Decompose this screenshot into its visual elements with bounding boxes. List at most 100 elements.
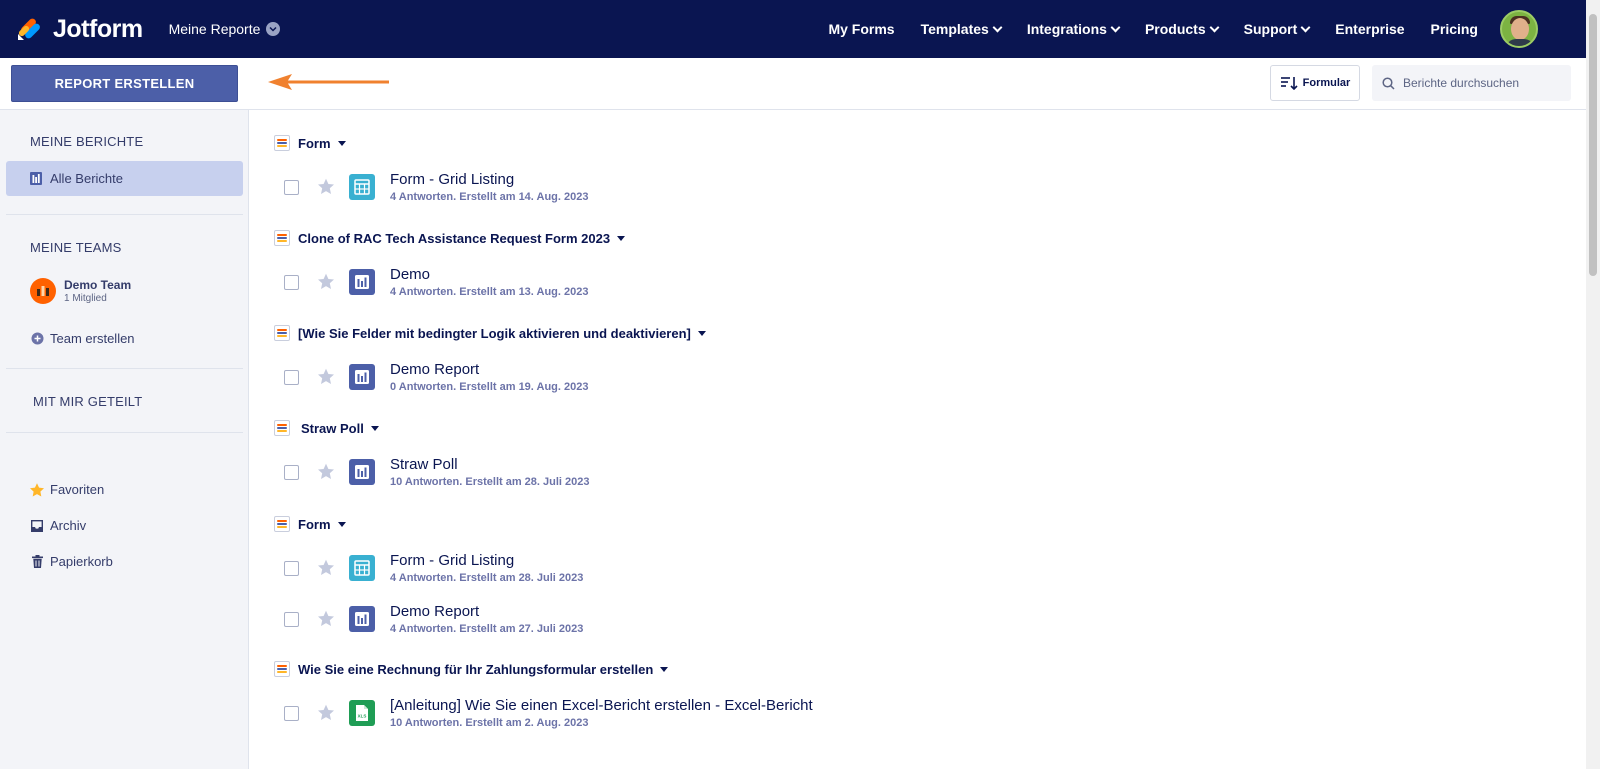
star-icon[interactable] <box>317 178 335 196</box>
nav-label: Templates <box>920 21 989 37</box>
team-icon <box>30 278 56 304</box>
reports-list: Form Form - Grid Listing 4 Antworten. Er… <box>250 110 1586 769</box>
chevron-down-icon <box>1110 22 1121 32</box>
nav-label: Pricing <box>1430 21 1478 37</box>
create-report-button[interactable]: REPORT ERSTELLEN <box>11 65 238 102</box>
search-icon <box>1382 76 1395 90</box>
caret-down-icon <box>697 330 706 336</box>
report-title[interactable]: Form - Grid Listing <box>390 552 583 569</box>
caret-down-icon <box>660 666 669 672</box>
top-navbar: Jotform Meine Reporte My Forms Templates… <box>0 0 1586 58</box>
report-title[interactable]: Form - Grid Listing <box>390 171 588 188</box>
report-checkbox[interactable] <box>284 560 299 576</box>
sidebar-item-label: Papierkorb <box>50 554 113 569</box>
nav-label: Support <box>1243 21 1298 37</box>
scrollbar-thumb[interactable] <box>1589 14 1597 276</box>
nav-templates[interactable]: Templates <box>920 21 1003 37</box>
report-checkbox[interactable] <box>284 274 299 290</box>
svg-text:XLS: XLS <box>358 714 367 719</box>
report-title[interactable]: [Anleitung] Wie Sie einen Excel-Bericht … <box>390 697 813 714</box>
nav-integrations[interactable]: Integrations <box>1026 21 1121 37</box>
report-checkbox[interactable] <box>284 611 299 627</box>
sidebar-item-label: Favoriten <box>50 482 105 497</box>
form-group-header[interactable]: Straw Poll <box>274 420 379 436</box>
star-icon[interactable] <box>317 273 335 291</box>
user-avatar[interactable] <box>1500 10 1538 48</box>
search-box[interactable] <box>1372 65 1571 101</box>
form-icon <box>274 230 290 246</box>
form-group-header[interactable]: [Wie Sie Felder mit bedingter Logik akti… <box>274 325 706 341</box>
report-title[interactable]: Demo Report <box>390 603 583 620</box>
star-icon[interactable] <box>317 704 335 722</box>
report-title[interactable]: Demo <box>390 266 588 283</box>
report-row[interactable]: Demo Report 4 Antworten. Erstellt am 27.… <box>274 599 583 639</box>
report-checkbox[interactable] <box>284 464 299 480</box>
reports-toolbar: REPORT ERSTELLEN Formular <box>0 58 1586 110</box>
caret-down-icon <box>337 140 346 146</box>
report-row[interactable]: Straw Poll 10 Antworten. Erstellt am 28.… <box>274 452 590 492</box>
chart-report-icon <box>349 459 375 485</box>
sidebar-item-trash[interactable]: Papierkorb <box>30 554 113 569</box>
report-meta: 0 Antworten. Erstellt am 19. Aug. 2023 <box>390 381 589 393</box>
form-icon <box>274 420 290 436</box>
form-group-name: Wie Sie eine Rechnung für Ihr Zahlungsfo… <box>298 661 654 677</box>
report-title[interactable]: Straw Poll <box>390 456 590 473</box>
report-row[interactable]: XLS [Anleitung] Wie Sie einen Excel-Beri… <box>274 693 813 733</box>
team-name: Demo Team <box>64 278 132 292</box>
form-group-header[interactable]: Form <box>274 516 346 532</box>
jotform-logo-icon <box>18 18 40 40</box>
caret-down-icon <box>337 521 346 527</box>
chart-report-icon <box>349 606 375 632</box>
form-group-header[interactable]: Clone of RAC Tech Assistance Request For… <box>274 230 626 246</box>
chevron-down-icon <box>1209 22 1220 32</box>
nav-support[interactable]: Support <box>1243 21 1311 37</box>
logo-text: Jotform <box>53 14 143 43</box>
workspace-selector[interactable]: Meine Reporte <box>169 21 281 37</box>
chevron-down-icon <box>992 22 1003 32</box>
report-checkbox[interactable] <box>284 369 299 385</box>
nav-products[interactable]: Products <box>1144 21 1220 37</box>
report-checkbox[interactable] <box>284 705 299 721</box>
star-icon[interactable] <box>317 368 335 386</box>
sidebar-item-demo-team[interactable]: Demo Team 1 Mitglied <box>30 278 131 304</box>
caret-down-icon <box>370 425 379 431</box>
sort-label: Formular <box>1302 77 1351 89</box>
form-group-header[interactable]: Wie Sie eine Rechnung für Ihr Zahlungsfo… <box>274 661 669 677</box>
search-input[interactable] <box>1403 76 1563 90</box>
trash-icon <box>30 555 44 569</box>
grid-report-icon <box>349 174 375 200</box>
sidebar: MEINE BERICHTE Alle Berichte MEINE TEAMS… <box>0 110 249 769</box>
sort-by-form-button[interactable]: Formular <box>1270 65 1360 101</box>
report-title[interactable]: Demo Report <box>390 361 588 378</box>
star-icon[interactable] <box>317 610 335 628</box>
divider <box>6 432 243 433</box>
jotform-logo[interactable]: Jotform <box>16 15 143 44</box>
report-row[interactable]: Form - Grid Listing 4 Antworten. Erstell… <box>274 548 583 588</box>
report-meta: 4 Antworten. Erstellt am 28. Juli 2023 <box>390 572 584 584</box>
report-meta: 4 Antworten. Erstellt am 14. Aug. 2023 <box>390 191 589 203</box>
report-checkbox[interactable] <box>284 179 299 195</box>
form-icon <box>274 661 290 677</box>
sidebar-item-label: Alle Berichte <box>50 171 123 186</box>
sidebar-item-archive[interactable]: Archiv <box>30 518 86 533</box>
create-team-link[interactable]: Team erstellen <box>30 331 135 346</box>
nav-label: Integrations <box>1026 21 1107 37</box>
report-row[interactable]: Demo Report 0 Antworten. Erstellt am 19.… <box>274 357 588 397</box>
report-meta: 10 Antworten. Erstellt am 2. Aug. 2023 <box>390 717 589 729</box>
archive-icon <box>30 519 44 533</box>
report-row[interactable]: Demo 4 Antworten. Erstellt am 13. Aug. 2… <box>274 262 588 302</box>
page-scrollbar[interactable] <box>1586 0 1600 769</box>
report-row[interactable]: Form - Grid Listing 4 Antworten. Erstell… <box>274 167 588 207</box>
nav-enterprise[interactable]: Enterprise <box>1335 21 1404 37</box>
star-icon[interactable] <box>317 463 335 481</box>
star-icon[interactable] <box>317 559 335 577</box>
sidebar-item-all-reports[interactable]: Alle Berichte <box>6 161 243 196</box>
nav-my-forms[interactable]: My Forms <box>828 21 894 37</box>
form-group-name: [Wie Sie Felder mit bedingter Logik akti… <box>298 325 691 341</box>
sidebar-item-favorites[interactable]: Favoriten <box>30 482 104 497</box>
form-group-name: Straw Poll <box>301 420 364 436</box>
nav-pricing[interactable]: Pricing <box>1431 21 1478 37</box>
shared-with-me-heading[interactable]: MIT MIR GETEILT <box>33 394 142 409</box>
form-group-header[interactable]: Form <box>274 135 346 151</box>
nav-label: Products <box>1144 21 1206 37</box>
